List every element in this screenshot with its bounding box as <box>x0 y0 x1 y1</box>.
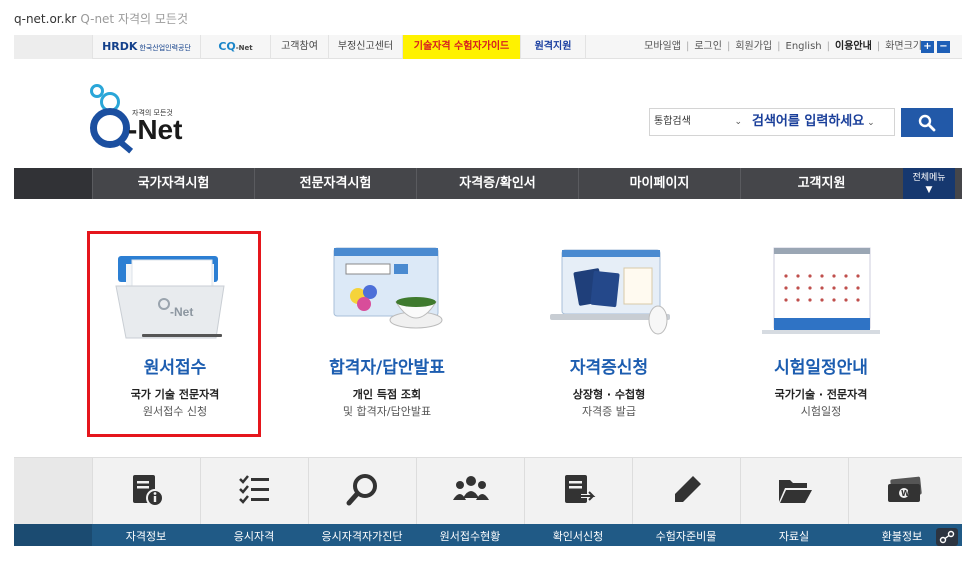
selection-highlight-box <box>87 231 261 437</box>
nav-left-spacer <box>14 168 92 199</box>
monitor-passport-icon <box>550 249 670 335</box>
search-placeholder: 검색어를 입력하세요 <box>752 114 865 129</box>
quick-label[interactable]: 수험자준비물 <box>632 524 740 546</box>
font-size-label: 화면크기 <box>885 41 922 52</box>
card-desc-line2: 시험일정 <box>800 405 842 418</box>
examinee-guide-link[interactable]: 기술자격 수험자가이드 <box>402 35 520 59</box>
search-scope-select[interactable]: 통합검색 ⌄ <box>650 109 748 135</box>
address-bar-text: q-net.or.kr Q-net 자격의 모든것 <box>14 10 188 27</box>
share-icon <box>939 530 955 544</box>
cqnet-link[interactable]: CQ-Net <box>200 35 270 59</box>
quick-left-spacer <box>14 458 92 525</box>
chevron-down-icon: ⌄ <box>734 117 742 127</box>
quick-item-resources[interactable] <box>740 458 848 525</box>
page-title-text: Q-net 자격의 모든것 <box>80 12 189 26</box>
quick-item-refund[interactable]: W <box>848 458 962 525</box>
search-icon <box>918 114 936 132</box>
nav-customer-support[interactable]: 고객지원 <box>740 168 902 199</box>
card-title: 자격증신청 <box>569 358 649 378</box>
all-menu-button[interactable]: 전체메뉴 ▼ <box>903 168 955 199</box>
quick-item-eligibility[interactable] <box>200 458 308 525</box>
quick-menu-labels: 자격정보 응시자격 응시자격자가진단 원서접수현황 확인서신청 수험자준비물 자… <box>14 524 962 546</box>
qnet-logo[interactable]: 자격의 모든것 -Net <box>90 84 200 152</box>
top-utility-bar: HRDK 한국산업인력공단 CQ-Net 고객참여 부정신고센터 기술자격 수험자… <box>14 35 962 59</box>
nav-professional-exam[interactable]: 전문자격시험 <box>254 168 416 199</box>
card-exam-schedule[interactable]: 시험일정안내 국가기술 · 전문자격 시험일정 <box>730 228 912 438</box>
card-results[interactable]: 합격자/답안발표 개인 득점 조회 및 합격자/답안발표 <box>296 228 478 438</box>
utility-links: 모바일앱 | 로그인 | 회원가입 | English | 이용안내 | 화면크기 <box>644 41 922 52</box>
customer-participation-link[interactable]: 고객참여 <box>270 35 328 59</box>
card-title: 합격자/답안발표 <box>329 358 445 378</box>
topbar-spacer <box>14 35 92 59</box>
logo-q-mark <box>90 108 130 148</box>
quick-item-examinee-supplies[interactable] <box>632 458 740 525</box>
quick-label[interactable]: 자료실 <box>740 524 848 546</box>
quick-menu-icons: W <box>14 457 962 525</box>
chevron-down-icon: ⌄ <box>867 118 875 128</box>
quick-label[interactable]: 응시자격자가진단 <box>308 524 416 546</box>
card-desc-line1: 개인 득점 조회 <box>352 388 422 401</box>
main-navigation: 국가자격시험 전문자격시험 자격증/확인서 마이페이지 고객지원 전체메뉴 ▼ <box>14 168 962 199</box>
document-arrow-icon <box>565 475 597 503</box>
search-button[interactable] <box>901 108 953 137</box>
card-desc-line1: 국가기술 · 전문자격 <box>774 388 868 401</box>
login-link[interactable]: 로그인 <box>694 41 722 52</box>
search-scope-label: 통합검색 <box>654 116 691 127</box>
card-certificate-request[interactable]: 자격증신청 상장형 · 수첩형 자격증 발급 <box>518 228 700 438</box>
logo-name: -Net <box>128 114 183 145</box>
zoom-out-button[interactable]: − <box>937 41 950 53</box>
card-title: 시험일정안내 <box>774 358 868 378</box>
quick-item-application-status[interactable] <box>416 458 524 525</box>
hrdk-link[interactable]: HRDK 한국산업인력공단 <box>92 35 200 59</box>
remote-support-link[interactable]: 원격지원 <box>520 35 586 59</box>
quick-label-spacer <box>14 524 92 546</box>
hrdk-logo-text: HRDK <box>102 40 138 53</box>
quick-label[interactable]: 확인서신청 <box>524 524 632 546</box>
mobile-app-link[interactable]: 모바일앱 <box>644 41 681 52</box>
join-link[interactable]: 회원가입 <box>735 41 772 52</box>
nav-national-exam[interactable]: 국가자격시험 <box>92 168 254 199</box>
cqnet-suffix-text: -Net <box>235 44 253 52</box>
quick-label[interactable]: 자격정보 <box>92 524 200 546</box>
monitor-teacup-icon <box>333 247 443 329</box>
all-menu-label: 전체메뉴 <box>912 173 946 183</box>
search-input[interactable]: 검색어를 입력하세요 ⌄ <box>748 109 894 135</box>
report-center-link[interactable]: 부정신고센터 <box>328 35 402 59</box>
card-desc-line2: 및 합격자/답안발표 <box>342 405 432 418</box>
magnifier-icon <box>346 474 377 506</box>
search-bar: 통합검색 ⌄ 검색어를 입력하세요 ⌄ <box>649 108 895 136</box>
checklist-icon <box>239 475 269 504</box>
pencil-icon <box>675 476 701 502</box>
calendar-icon <box>762 247 880 334</box>
quick-item-self-check[interactable] <box>308 458 416 525</box>
hrdk-sub-text: 한국산업인력공단 <box>139 44 191 52</box>
url-text: q-net.or.kr <box>14 12 77 26</box>
zoom-in-button[interactable]: + <box>921 41 934 53</box>
people-group-icon <box>453 476 489 500</box>
quick-label[interactable]: 원서접수현황 <box>416 524 524 546</box>
nav-mypage[interactable]: 마이페이지 <box>578 168 740 199</box>
cqnet-logo-text: CQ <box>218 40 236 53</box>
svg-text:W: W <box>901 489 910 498</box>
share-button[interactable] <box>936 528 958 546</box>
money-bills-icon: W <box>888 476 922 502</box>
quick-label[interactable]: 응시자격 <box>200 524 308 546</box>
card-desc-line2: 자격증 발급 <box>581 405 637 418</box>
english-link[interactable]: English <box>786 41 822 52</box>
card-desc-line1: 상장형 · 수첩형 <box>572 388 646 401</box>
folder-open-icon <box>779 480 812 503</box>
chevron-down-icon: ▼ <box>925 185 933 195</box>
usage-guide-link[interactable]: 이용안내 <box>835 41 872 52</box>
quick-item-confirmation-request[interactable] <box>524 458 632 525</box>
document-info-icon <box>133 475 164 507</box>
nav-certificate[interactable]: 자격증/확인서 <box>416 168 578 199</box>
quick-item-qualification-info[interactable] <box>92 458 200 525</box>
